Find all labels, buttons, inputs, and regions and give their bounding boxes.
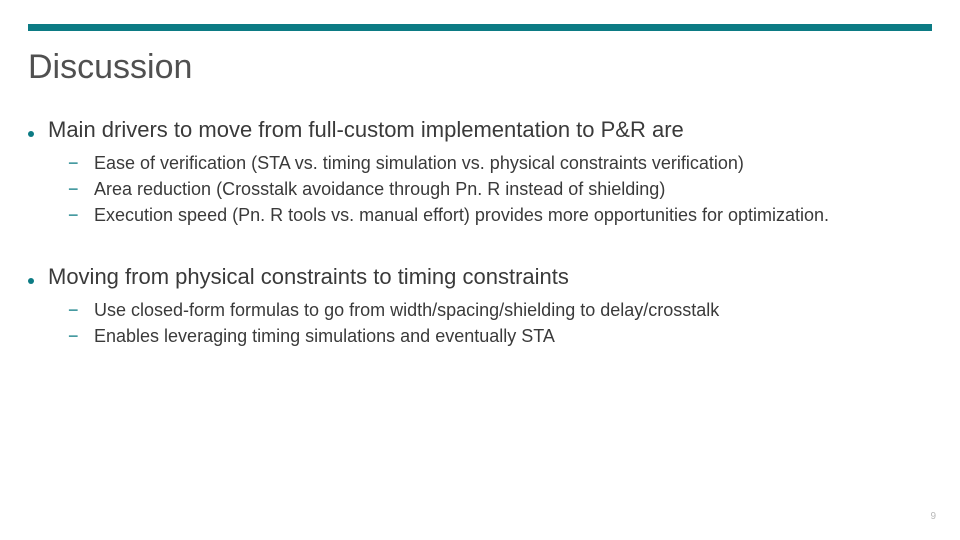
dash-icon: − xyxy=(68,179,80,200)
sub-bullet: − Area reduction (Crosstalk avoidance th… xyxy=(68,177,932,201)
sub-bullet: − Execution speed (Pn. R tools vs. manua… xyxy=(68,203,932,227)
bullet-dot-icon xyxy=(28,131,34,137)
sub-bullet: − Use closed-form formulas to go from wi… xyxy=(68,298,932,322)
bullet-dot-icon xyxy=(28,278,34,284)
sub-list: − Use closed-form formulas to go from wi… xyxy=(68,298,932,349)
slide-title: Discussion xyxy=(28,48,192,87)
sub-bullet-text: Ease of verification (STA vs. timing sim… xyxy=(94,151,744,175)
sub-bullet-text: Area reduction (Crosstalk avoidance thro… xyxy=(94,177,665,201)
sub-list: − Ease of verification (STA vs. timing s… xyxy=(68,151,932,228)
main-bullet: Main drivers to move from full-custom im… xyxy=(28,116,932,145)
sub-bullet-text: Use closed-form formulas to go from widt… xyxy=(94,298,719,322)
dash-icon: − xyxy=(68,300,80,321)
sub-bullet: − Ease of verification (STA vs. timing s… xyxy=(68,151,932,175)
slide: Discussion Main drivers to move from ful… xyxy=(0,0,960,540)
sub-bullet-text: Enables leveraging timing simulations an… xyxy=(94,324,555,348)
page-number: 9 xyxy=(930,511,936,522)
sub-bullet: − Enables leveraging timing simulations … xyxy=(68,324,932,348)
bullet-group: Moving from physical constraints to timi… xyxy=(28,263,932,348)
main-bullet: Moving from physical constraints to timi… xyxy=(28,263,932,292)
dash-icon: − xyxy=(68,326,80,347)
sub-bullet-text: Execution speed (Pn. R tools vs. manual … xyxy=(94,203,829,227)
main-bullet-text: Moving from physical constraints to timi… xyxy=(48,263,569,292)
slide-content: Main drivers to move from full-custom im… xyxy=(28,116,932,385)
bullet-group: Main drivers to move from full-custom im… xyxy=(28,116,932,227)
main-bullet-text: Main drivers to move from full-custom im… xyxy=(48,116,684,145)
dash-icon: − xyxy=(68,205,80,226)
dash-icon: − xyxy=(68,153,80,174)
accent-bar xyxy=(28,24,932,31)
